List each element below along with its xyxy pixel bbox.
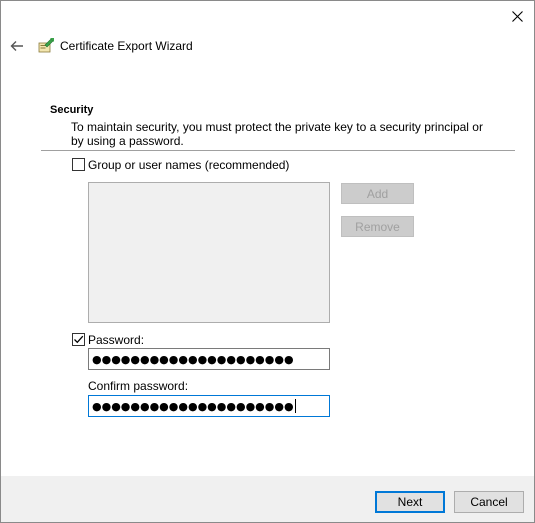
cancel-button[interactable]: Cancel [454, 491, 524, 513]
confirm-password-label: Confirm password: [88, 379, 189, 393]
next-button[interactable]: Next [375, 491, 445, 513]
confirm-password-input[interactable]: ●●●●●●●●●●●●●●●●●●●●● [88, 395, 330, 417]
divider [41, 150, 515, 151]
group-checkbox-label[interactable]: Group or user names (recommended) [88, 158, 289, 172]
confirm-password-masked-value: ●●●●●●●●●●●●●●●●●●●●● [92, 399, 294, 413]
section-description: To maintain security, you must protect t… [71, 120, 483, 148]
close-button[interactable] [506, 5, 528, 27]
password-checkbox[interactable] [72, 333, 85, 346]
wizard-window: Certificate Export Wizard Security To ma… [0, 0, 535, 523]
section-title: Security [50, 104, 94, 116]
password-input[interactable]: ●●●●●●●●●●●●●●●●●●●●● [88, 348, 330, 370]
password-masked-value: ●●●●●●●●●●●●●●●●●●●●● [92, 352, 294, 366]
checkmark-icon [74, 335, 84, 344]
wizard-footer: Next Cancel [1, 476, 534, 522]
title-bar [1, 1, 534, 31]
text-caret [294, 399, 296, 413]
group-user-listbox[interactable] [88, 182, 330, 323]
wizard-content: Security To maintain security, you must … [1, 66, 534, 476]
wizard-header: Certificate Export Wizard [1, 31, 534, 66]
wizard-title: Certificate Export Wizard [60, 39, 193, 53]
certificate-icon [38, 38, 54, 53]
password-checkbox-label[interactable]: Password: [88, 333, 144, 347]
remove-button[interactable]: Remove [341, 216, 414, 237]
group-checkbox[interactable] [72, 158, 85, 171]
add-button[interactable]: Add [341, 183, 414, 204]
close-icon [511, 10, 523, 22]
back-arrow-icon [10, 41, 23, 51]
back-button[interactable] [7, 35, 27, 57]
